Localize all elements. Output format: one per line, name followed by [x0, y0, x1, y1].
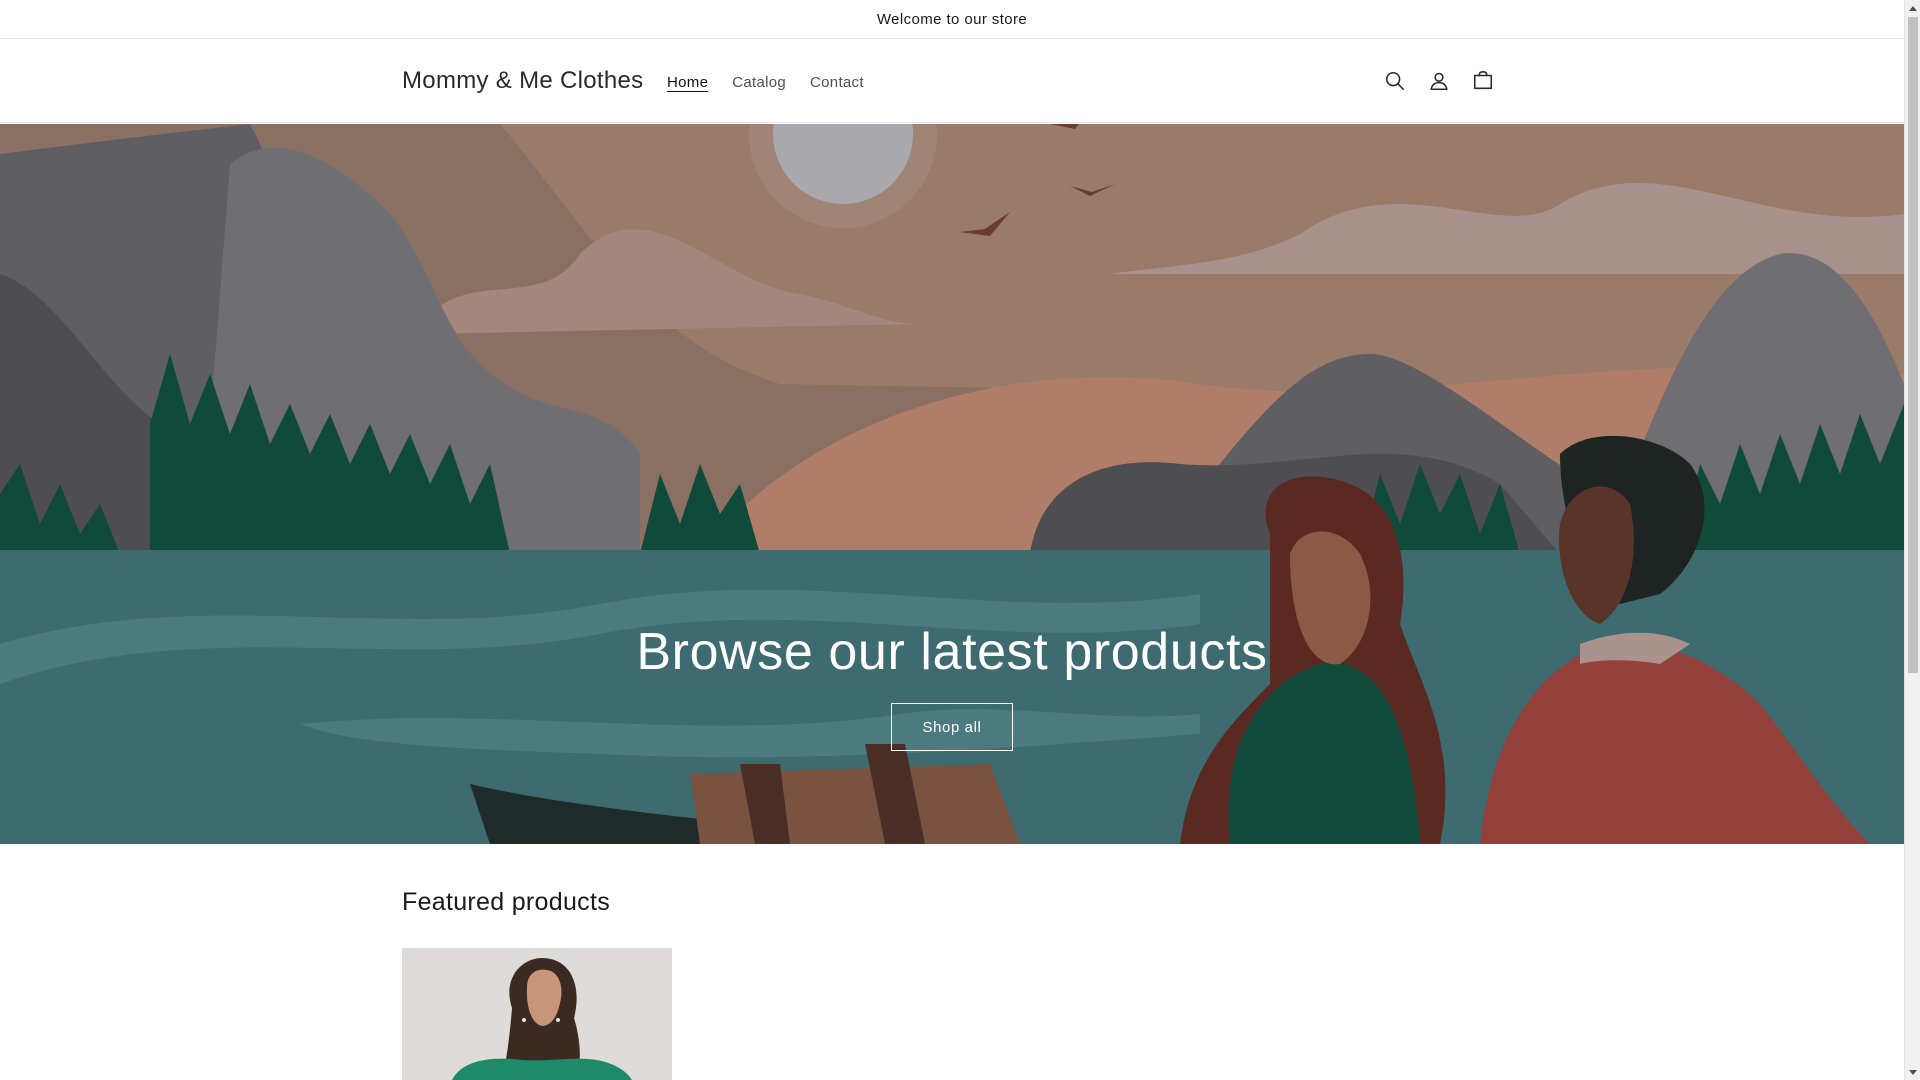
account-button[interactable]: [1419, 61, 1459, 101]
product-image: [402, 948, 672, 1080]
announcement-text: Welcome to our store: [876, 10, 1028, 28]
page: Welcome to our store Mommy & Me Clothes …: [0, 0, 1904, 1080]
site-header: Mommy & Me Clothes Home Catalog Contact: [0, 39, 1904, 123]
page-scrollbar[interactable]: [1904, 0, 1920, 1080]
cart-button[interactable]: [1463, 61, 1503, 101]
product-card[interactable]: [402, 948, 672, 1080]
announcement-bar: Welcome to our store: [0, 0, 1904, 39]
account-icon: [1430, 72, 1448, 91]
search-button[interactable]: [1375, 61, 1415, 101]
nav-link-home[interactable]: Home: [655, 70, 720, 95]
nav-link-catalog[interactable]: Catalog: [720, 70, 798, 95]
main-nav: Home Catalog Contact: [655, 70, 876, 95]
header-icons: [1375, 61, 1503, 101]
shop-all-button[interactable]: Shop all: [891, 703, 1013, 751]
store-logo[interactable]: Mommy & Me Clothes: [402, 67, 643, 95]
hero-content: Browse our latest products Shop all: [0, 124, 1904, 844]
scroll-down-arrow[interactable]: [1905, 1064, 1920, 1080]
scroll-up-arrow[interactable]: [1905, 0, 1920, 16]
nav-link-contact[interactable]: Contact: [798, 70, 876, 95]
scrollbar-thumb[interactable]: [1908, 17, 1918, 673]
hero-banner: Browse our latest products Shop all: [0, 124, 1904, 844]
hero-title: Browse our latest products: [636, 623, 1268, 681]
search-icon: [1385, 71, 1405, 91]
cart-icon: [1473, 71, 1493, 90]
featured-products-heading: Featured products: [402, 888, 610, 916]
